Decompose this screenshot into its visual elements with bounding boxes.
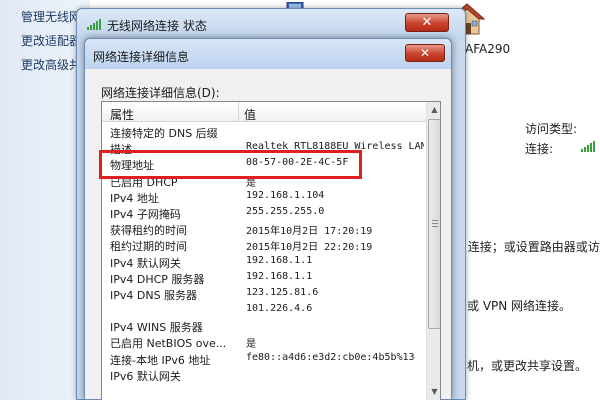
details-close-button[interactable]: ✕ (405, 44, 445, 62)
status-titlebar[interactable]: 无线网络连接 状态 ✕ (77, 9, 465, 39)
row-property: IPv4 DHCP 服务器 (110, 272, 205, 286)
column-header-value[interactable]: 值 (244, 106, 256, 123)
row-property: 租约过期的时间 (110, 240, 187, 254)
sidebar-link-change-adapter[interactable]: 更改适配器 (21, 32, 81, 49)
details-group-label: 网络连接详细信息(D): (101, 86, 220, 100)
table-row[interactable]: IPv6 默认网关 (102, 367, 426, 383)
row-value: 2015年10月2日 17:20:19 (246, 226, 373, 238)
physical-address-highlight (99, 150, 362, 179)
background-text-line-3: 印机，或更改共享设置。 (455, 359, 588, 373)
status-close-button[interactable]: ✕ (405, 13, 449, 32)
table-row[interactable]: 租约过期的时间 2015年10月2日 22:20:19 (102, 237, 426, 253)
listview-header: 属性 值 (102, 102, 426, 122)
row-value: 192.168.1.104 (246, 189, 325, 201)
row-property: IPv6 默认网关 (110, 369, 181, 383)
row-value: 101.226.4.6 (246, 303, 313, 315)
sidebar-link-advanced-sharing[interactable]: 更改高级共 (21, 56, 81, 73)
connection-label: 连接: (525, 142, 554, 156)
row-property: IPv4 默认网关 (110, 256, 181, 270)
details-listview[interactable]: 属性 值 连接特定的 DNS 后缀 描述 Realtek RTL8188EU Wi… (101, 101, 441, 400)
row-property: IPv4 WINS 服务器 (110, 321, 203, 335)
table-row[interactable]: IPv4 DHCP 服务器 192.168.1.1 (102, 270, 426, 286)
table-row[interactable]: 连接特定的 DNS 后缀 (102, 124, 426, 140)
row-value: 2015年10月2日 22:20:19 (246, 242, 373, 254)
row-property: IPv4 DNS 服务器 (110, 288, 198, 302)
row-property: IPv4 子网掩码 (110, 207, 181, 221)
control-panel-main: AFA290 访问类型: 连接: N 连接；或设置路由器或访 号或 VPN 网络… (455, 0, 600, 400)
table-row[interactable]: IPv4 子网掩码 255.255.255.0 (102, 205, 426, 221)
wifi-signal-icon (87, 19, 101, 30)
table-row[interactable]: 获得租约的时间 2015年10月2日 17:20:19 (102, 221, 426, 237)
column-header-property[interactable]: 属性 (110, 106, 134, 123)
status-window-title: 无线网络连接 状态 (107, 19, 207, 33)
scrollbar-thumb[interactable] (428, 119, 440, 329)
table-row[interactable]: 连接-本地 IPv6 地址 fe80::a4d6:e3d2:cb0e:4b5b%1… (102, 351, 426, 367)
row-value: 123.125.81.6 (246, 286, 319, 298)
connection-details-window: 网络连接详细信息 ✕ 网络连接详细信息(D): 属性 值 连接特定的 DNS 后… (84, 38, 452, 400)
vertical-scrollbar[interactable]: ▲ ▼ (426, 102, 440, 400)
grip-icon (432, 220, 438, 221)
row-property: 已启用 NetBIOS ove... (110, 337, 227, 351)
row-property: 连接-本地 IPv6 地址 (110, 353, 211, 367)
table-row[interactable]: 已启用 NetBIOS ove... 是 (102, 334, 426, 350)
table-row[interactable]: IPv4 WINS 服务器 (102, 318, 426, 334)
details-window-title: 网络连接详细信息 (93, 50, 190, 64)
signal-strength-icon (581, 141, 595, 152)
details-titlebar[interactable]: 网络连接详细信息 ✕ (85, 39, 451, 69)
row-value: 192.168.1.1 (246, 270, 313, 282)
background-text-line-1: N 连接；或设置路由器或访 (455, 240, 600, 254)
scroll-down-arrow-icon[interactable]: ▼ (427, 384, 440, 400)
row-value: fe80::a4d6:e3d2:cb0e:4b5b%13 (246, 351, 415, 363)
column-separator[interactable] (238, 102, 239, 122)
row-property: IPv4 地址 (110, 191, 159, 205)
row-value: 是 (246, 339, 256, 351)
table-row[interactable]: IPv4 默认网关 192.168.1.1 (102, 254, 426, 270)
background-text-line-2: 号或 VPN 网络连接。 (455, 299, 572, 313)
row-value: 255.255.255.0 (246, 205, 325, 217)
scroll-up-arrow-icon[interactable]: ▲ (427, 102, 440, 118)
row-property: 连接特定的 DNS 后缀 (110, 127, 218, 140)
table-row[interactable]: IPv4 地址 192.168.1.104 (102, 189, 426, 205)
table-row[interactable]: IPv4 DNS 服务器 123.125.81.6 (102, 286, 426, 302)
access-type-label: 访问类型: (525, 122, 578, 136)
row-value: 192.168.1.1 (246, 254, 313, 266)
row-property: 获得租约的时间 (110, 224, 187, 238)
table-row[interactable]: 101.226.4.6 (102, 302, 426, 318)
network-name: AFA290 (465, 42, 511, 56)
